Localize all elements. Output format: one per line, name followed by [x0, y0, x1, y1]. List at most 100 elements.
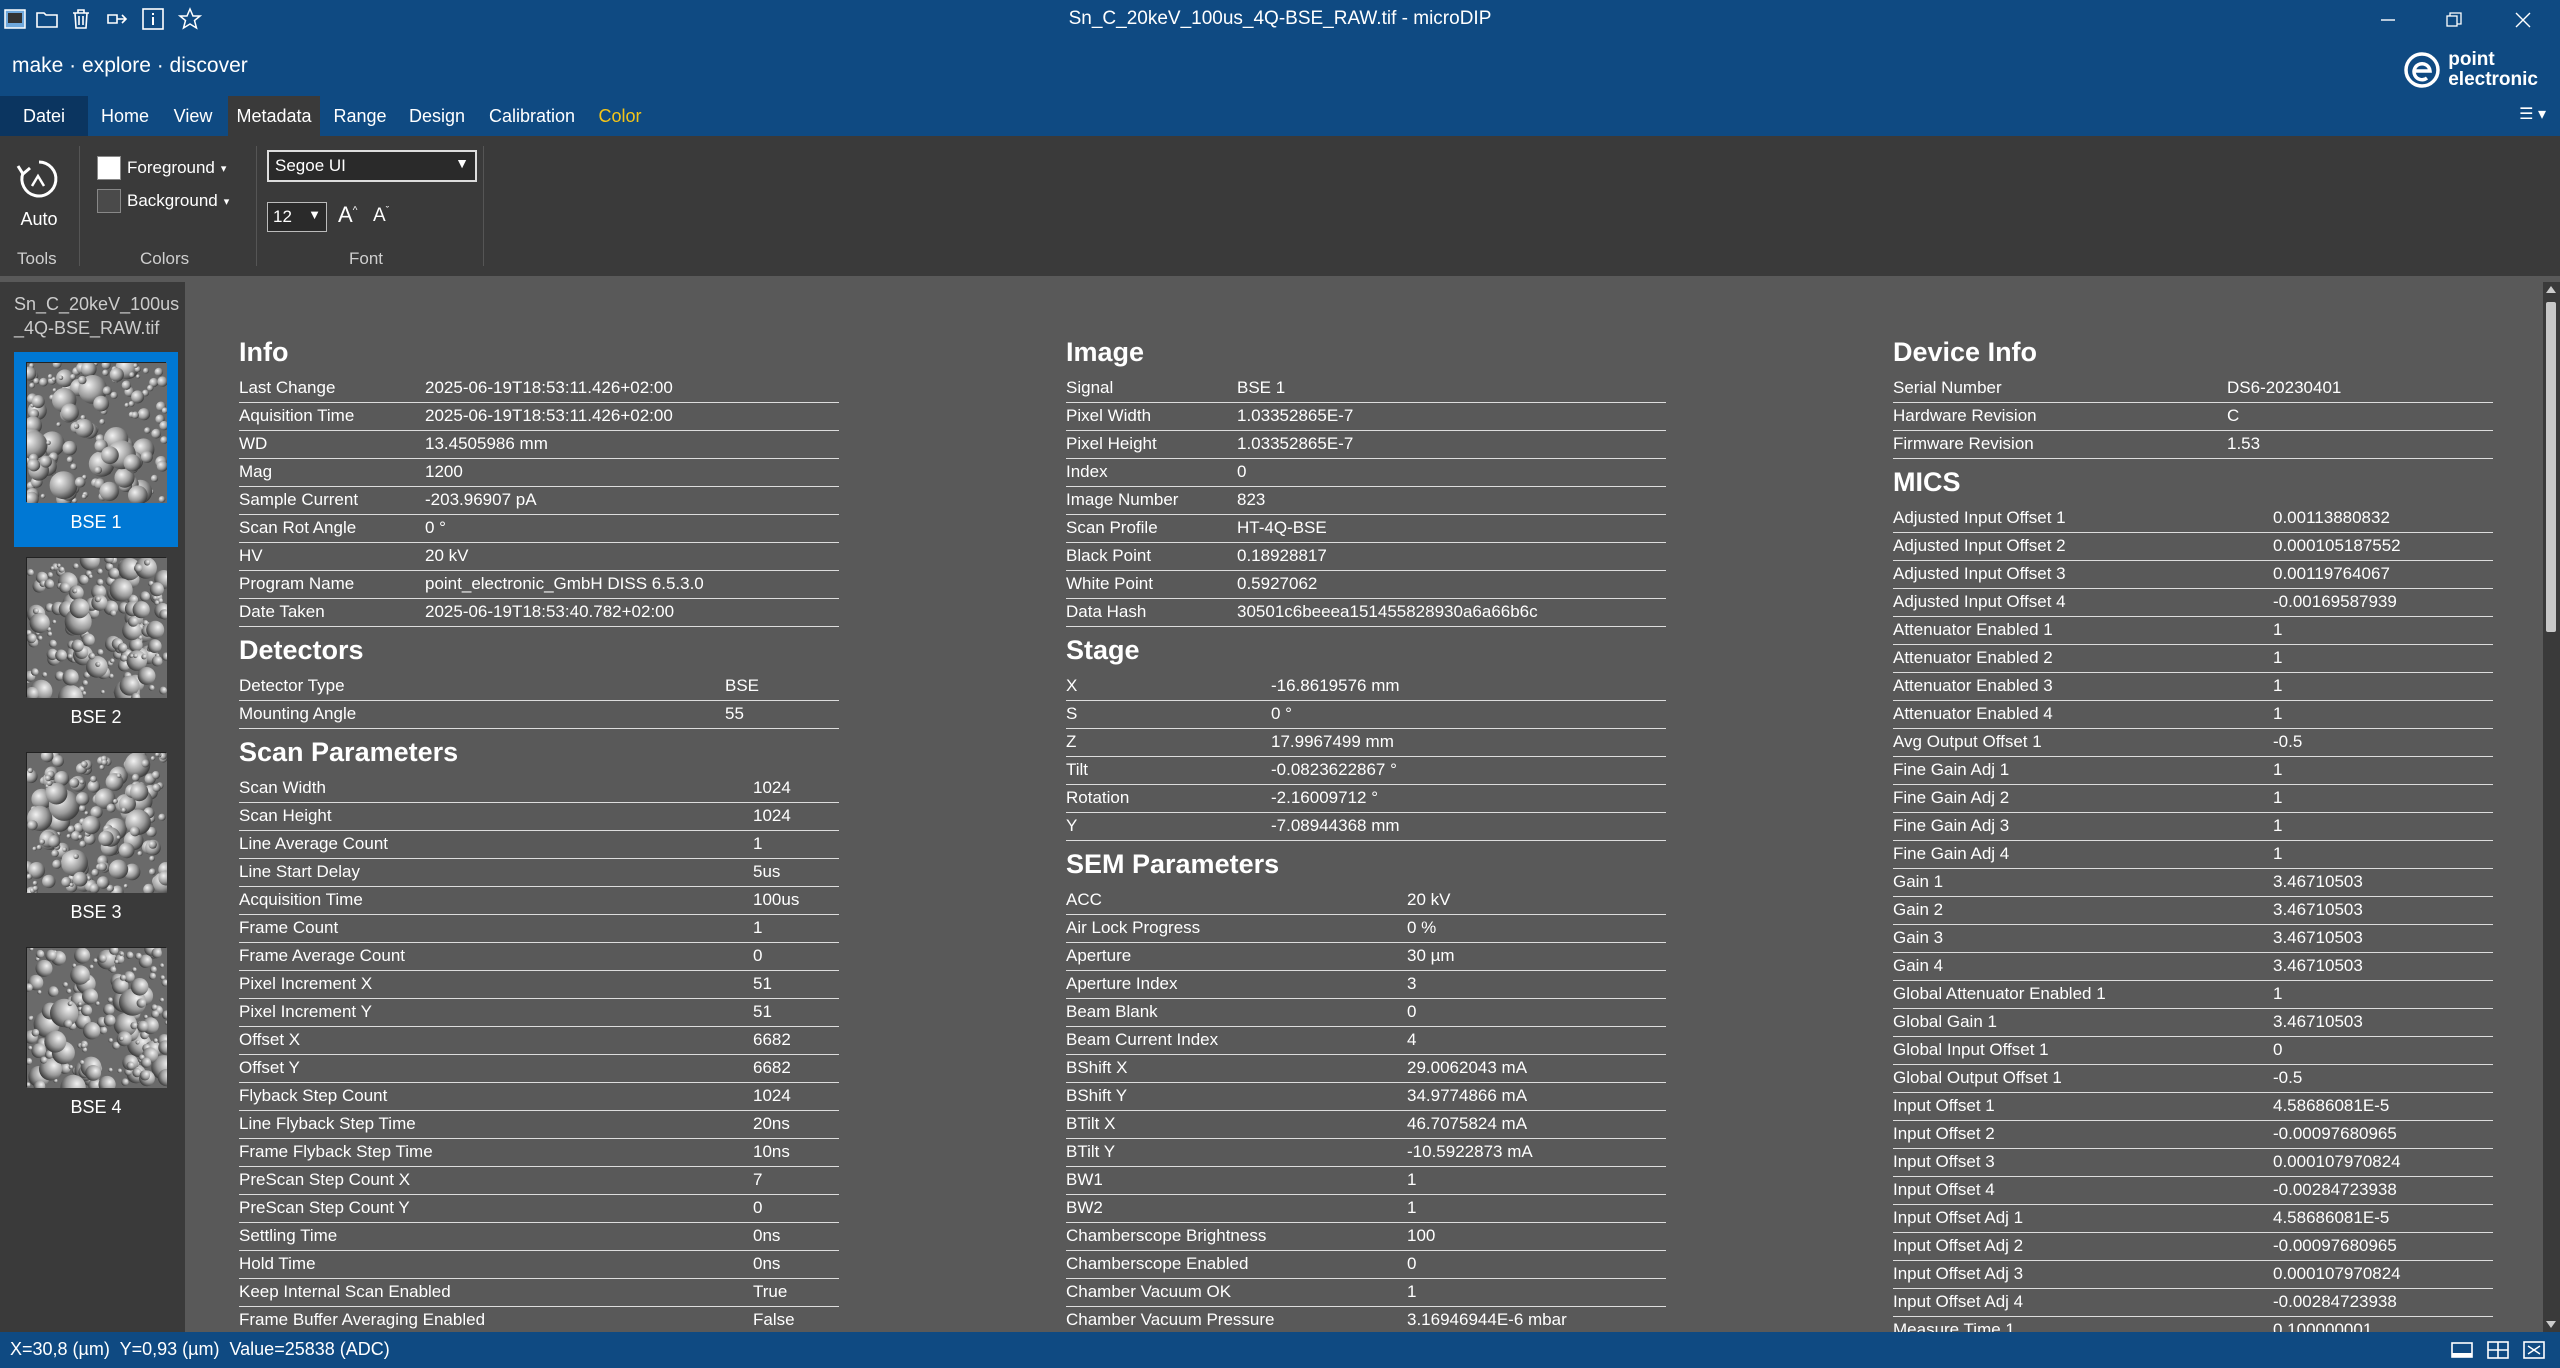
metadata-value: 1	[753, 918, 763, 937]
metadata-row: Avg Output Offset 1 -0.5	[1893, 729, 2493, 757]
metadata-key: Frame Flyback Step Time	[239, 1142, 433, 1161]
grow-font-icon: A	[338, 202, 353, 227]
metadata-key: Input Offset Adj 2	[1893, 1236, 2024, 1255]
metadata-value: 1	[2273, 788, 2283, 807]
metadata-value: 3.46710503	[2273, 928, 2363, 947]
scrollbar-thumb[interactable]	[2546, 302, 2556, 632]
grid-view-icon[interactable]	[2486, 1340, 2510, 1360]
section-title-mics: MICS	[1893, 467, 1961, 497]
thumbnail-bse-2[interactable]: BSE 2	[14, 547, 178, 742]
metadata-value: 1	[1407, 1198, 1417, 1217]
metadata-key: Chamber Vacuum OK	[1066, 1282, 1232, 1301]
metadata-row: Scan Profile HT-4Q-BSE	[1066, 515, 1666, 543]
metadata-value: 4.58686081E-5	[2273, 1096, 2390, 1115]
metadata-key: Adjusted Input Offset 2	[1893, 536, 2066, 555]
metadata-row: Attenuator Enabled 4 1	[1893, 701, 2493, 729]
metadata-row: Frame Buffer Averaging Enabled False	[239, 1307, 839, 1332]
metadata-value: 29.0062043 mA	[1407, 1058, 1528, 1077]
metadata-row: Flyback Step Count 1024	[239, 1083, 839, 1111]
metadata-value: 3.16946944E-6 mbar	[1407, 1310, 1567, 1329]
metadata-value: 1	[1407, 1170, 1417, 1189]
tools-group-label: Tools	[17, 249, 57, 268]
metadata-row: HV 20 kV	[239, 543, 839, 571]
metadata-value: 0 °	[425, 518, 446, 537]
font-size-select[interactable]: 12 ▼	[267, 202, 327, 232]
shrink-font-button[interactable]: Aˇ	[373, 205, 389, 227]
foreground-button[interactable]: Foreground ▾	[97, 154, 226, 182]
metadata-row: Rotation -2.16009712 °	[1066, 785, 1666, 813]
metadata-key: Fine Gain Adj 3	[1893, 816, 2010, 835]
metadata-row: Input Offset 4 -0.00284723938	[1893, 1177, 2493, 1205]
ribbon-options-icon[interactable]: ☰ ▾	[2519, 104, 2546, 124]
metadata-value: 3.46710503	[2273, 872, 2363, 891]
menu-datei[interactable]: Datei	[0, 96, 88, 136]
thumbnail-label: BSE 1	[70, 512, 122, 532]
minimize-button[interactable]	[2355, 0, 2421, 40]
metadata-value: 1	[2273, 816, 2283, 835]
metadata-row: Global Gain 1 3.46710503	[1893, 1009, 2493, 1037]
menu-calibration[interactable]: Calibration	[478, 96, 586, 136]
thumbnail-bse-4[interactable]: BSE 4	[14, 937, 178, 1132]
metadata-value: 0	[2273, 1040, 2283, 1059]
metadata-row: Acquisition Time 100us	[239, 887, 839, 915]
metadata-value: 46.7075824 mA	[1407, 1114, 1528, 1133]
font-size-value: 12	[273, 207, 292, 226]
metadata-value: -0.00097680965	[2273, 1236, 2397, 1255]
metadata-row: Chamber Vacuum Pressure 3.16946944E-6 mba…	[1066, 1307, 1666, 1332]
menu-range[interactable]: Range	[324, 96, 396, 136]
metadata-key: X	[1066, 676, 1078, 695]
metadata-value: 4.58686081E-5	[2273, 1208, 2390, 1227]
background-button[interactable]: Background ▾	[97, 187, 229, 215]
metadata-row: Y -7.08944368 mm	[1066, 813, 1666, 841]
metadata-row: Adjusted Input Offset 2 0.000105187552	[1893, 533, 2493, 561]
metadata-row: Z 17.9967499 mm	[1066, 729, 1666, 757]
metadata-row: Input Offset 2 -0.00097680965	[1893, 1121, 2493, 1149]
auto-button[interactable]: Auto	[12, 156, 66, 229]
thumbnail-bse-3[interactable]: BSE 3	[14, 742, 178, 937]
metadata-key: Frame Count	[239, 918, 339, 937]
vertical-scrollbar[interactable]	[2543, 282, 2560, 1332]
close-button[interactable]	[2490, 0, 2556, 40]
font-family-select[interactable]: Segoe UI ▼	[267, 150, 477, 182]
font-family-value: Segoe UI	[275, 156, 346, 175]
metadata-row: Line Start Delay 5us	[239, 859, 839, 887]
menu-home[interactable]: Home	[92, 96, 158, 136]
metadata-key: Adjusted Input Offset 1	[1893, 508, 2066, 527]
metadata-row: Signal BSE 1	[1066, 375, 1666, 403]
grow-font-button[interactable]: A^	[338, 202, 357, 228]
metadata-key: Attenuator Enabled 3	[1893, 676, 2053, 695]
metadata-value: 1.53	[2227, 434, 2261, 453]
metadata-row: BShift Y 34.9774866 mA	[1066, 1083, 1666, 1111]
metadata-key: WD	[239, 434, 268, 453]
metadata-key: Index	[1066, 462, 1108, 481]
metadata-row: Adjusted Input Offset 4 -0.00169587939	[1893, 589, 2493, 617]
logo-line2: electronic	[2448, 69, 2538, 90]
single-view-icon[interactable]	[2450, 1340, 2474, 1360]
menu-view[interactable]: View	[162, 96, 224, 136]
metadata-value: 1	[1407, 1282, 1417, 1301]
menu-color[interactable]: Color	[590, 96, 650, 136]
fullscreen-icon[interactable]	[2522, 1340, 2546, 1360]
metadata-value: -16.8619576 mm	[1271, 676, 1400, 695]
thumbnail-image	[24, 550, 174, 710]
metadata-key: Global Gain 1	[1893, 1012, 1997, 1031]
metadata-value: 20 kV	[425, 546, 469, 565]
menu-design[interactable]: Design	[400, 96, 474, 136]
thumbnail-image	[21, 749, 175, 900]
ribbon-separator	[483, 146, 484, 266]
metadata-row: Scan Height 1024	[239, 803, 839, 831]
font-group-label: Font	[349, 249, 384, 268]
metadata-value: 0	[753, 1198, 763, 1217]
metadata-value: 4	[1407, 1030, 1417, 1049]
scroll-down-icon[interactable]	[2546, 1321, 2556, 1328]
scroll-up-icon[interactable]	[2546, 286, 2556, 293]
metadata-key: BTilt X	[1066, 1114, 1116, 1133]
metadata-key: Adjusted Input Offset 4	[1893, 592, 2066, 611]
metadata-value: 13.4505986 mm	[425, 434, 548, 453]
metadata-key: S	[1066, 704, 1078, 723]
metadata-value: 1	[2273, 648, 2283, 667]
metadata-row: ACC 20 kV	[1066, 887, 1666, 915]
thumbnail-bse-1[interactable]: BSE 1	[14, 352, 178, 547]
menu-metadata[interactable]: Metadata	[228, 96, 320, 136]
restore-button[interactable]	[2421, 0, 2487, 40]
